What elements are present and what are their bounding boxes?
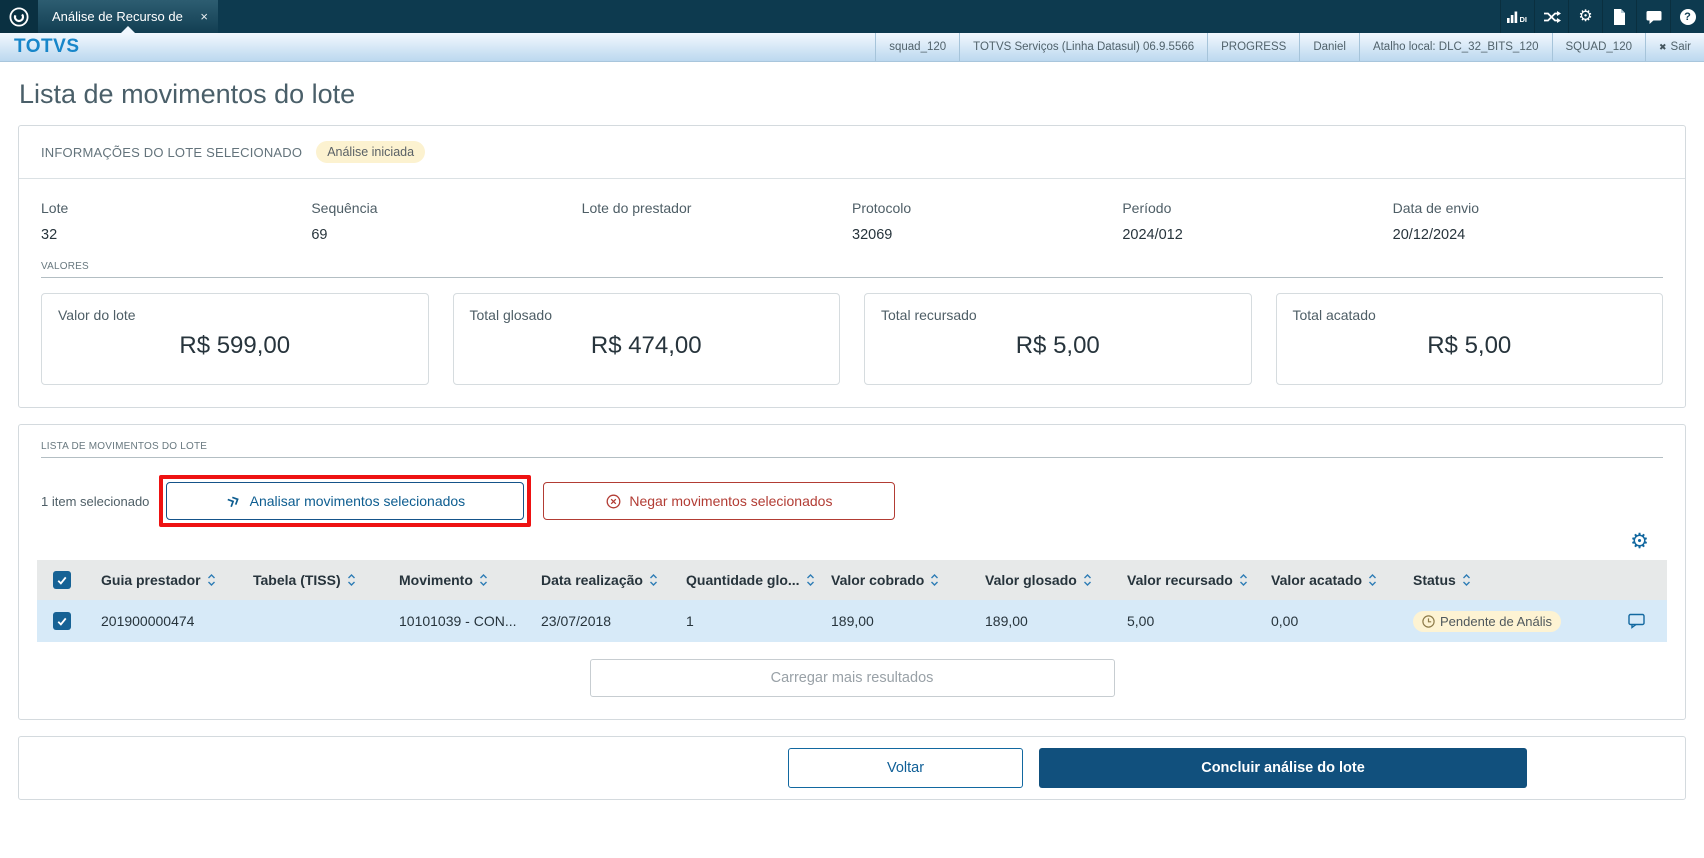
column-data-realizacao[interactable]: Data realização (527, 572, 672, 588)
sort-icon[interactable] (1239, 572, 1248, 588)
footer-actions-panel: Voltar Concluir análise do lote (18, 736, 1686, 800)
cell-movimento: 10101039 - CON... (399, 613, 517, 629)
column-valor-acatado[interactable]: Valor acatado (1257, 572, 1399, 588)
row-checkbox[interactable] (53, 612, 71, 630)
analyze-selected-button[interactable]: Analisar movimentos selecionados (166, 482, 525, 520)
sort-icon[interactable] (806, 572, 815, 588)
card-total-recursado: Total recursado R$ 5,00 (864, 293, 1252, 385)
cell-guia-prestador: 201900000474 (101, 613, 195, 629)
chart-di-icon[interactable]: DI (1500, 0, 1534, 33)
clock-icon (1422, 614, 1435, 628)
movements-table: Guia prestador Tabela (TISS) Movimento D… (37, 560, 1667, 642)
card-total-acatado: Total acatado R$ 5,00 (1275, 293, 1663, 385)
field-sequencia: Sequência 69 (311, 200, 378, 243)
document-icon[interactable] (1602, 0, 1636, 33)
page-title: Lista de movimentos do lote (19, 79, 356, 109)
movements-section-title: LISTA DE MOVIMENTOS DO LOTE (41, 441, 208, 452)
card-total-glosado: Total glosado R$ 474,00 (452, 293, 840, 385)
env-shortcut: Atalho local: DLC_32_BITS_120 (1358, 33, 1552, 61)
env-user: Daniel (1299, 33, 1359, 61)
help-icon[interactable]: ? (1670, 0, 1704, 33)
cell-data-realizacao: 23/07/2018 (541, 613, 612, 629)
selection-count-text: 1 item selecionado (41, 493, 150, 509)
logout-label: Sair (1670, 41, 1691, 53)
analyze-chevrons-icon (227, 496, 239, 508)
sort-icon[interactable] (207, 572, 216, 588)
column-guia-prestador[interactable]: Guia prestador (87, 572, 239, 588)
lot-info-section-title: INFORMAÇÕES DO LOTE SELECIONADO (41, 144, 303, 160)
deny-selected-button[interactable]: Negar movimentos selecionados (543, 482, 896, 520)
env-product: TOTVS Serviços (Linha Datasul) 06.9.5566 (959, 33, 1207, 61)
sort-icon[interactable] (1462, 572, 1471, 588)
cell-valor-cobrado: 189,00 (831, 613, 874, 629)
row-comment-icon[interactable] (1607, 613, 1667, 629)
cell-valor-acatado: 0,00 (1271, 613, 1299, 629)
cell-valor-recursado: 5,00 (1127, 613, 1155, 629)
column-valor-cobrado[interactable]: Valor cobrado (817, 572, 971, 588)
cell-status: Pendente de Análise (1399, 610, 1607, 632)
column-quantidade-glosada[interactable]: Quantidade glo... (672, 572, 817, 588)
logout-x-icon: ✖ (1659, 41, 1667, 52)
column-status[interactable]: Status (1399, 572, 1607, 588)
load-more-button[interactable]: Carregar mais resultados (589, 659, 1115, 697)
tab-analise-de-recurso[interactable]: Análise de Recurso de × (38, 0, 218, 33)
deny-circle-x-icon (606, 494, 621, 508)
logout-button[interactable]: ✖ Sair (1645, 33, 1704, 61)
env-squad: SQUAD_120 (1551, 33, 1645, 61)
brand-totvs: TOTVS (14, 36, 80, 57)
movements-panel: LISTA DE MOVIMENTOS DO LOTE 1 item selec… (18, 424, 1686, 720)
back-button[interactable]: Voltar (788, 748, 1023, 788)
environment-bar: TOTVS squad_120 TOTVS Serviços (Linha Da… (0, 33, 1704, 62)
shuffle-icon[interactable] (1534, 0, 1568, 33)
tab-close-icon[interactable]: × (192, 9, 208, 24)
column-movimento[interactable]: Movimento (385, 572, 527, 588)
cell-valor-glosado: 189,00 (985, 613, 1028, 629)
sort-icon[interactable] (479, 572, 488, 588)
totvs-logo-icon (0, 0, 38, 33)
lot-info-panel: INFORMAÇÕES DO LOTE SELECIONADO Análise … (18, 125, 1686, 408)
field-data-envio: Data de envio 20/12/2024 (1392, 200, 1480, 243)
sort-icon[interactable] (1083, 572, 1092, 588)
column-valor-recursado[interactable]: Valor recursado (1113, 572, 1257, 588)
table-header-row: Guia prestador Tabela (TISS) Movimento D… (37, 560, 1667, 600)
sort-icon[interactable] (930, 572, 939, 588)
field-lote: Lote 32 (41, 200, 69, 243)
field-lote-prestador: Lote do prestador (581, 200, 692, 216)
field-protocolo: Protocolo 32069 (852, 200, 912, 243)
chart-di-label: DI (1519, 15, 1527, 24)
table-row[interactable]: 201900000474 10101039 - CON... 23/07/201… (37, 600, 1667, 642)
tab-title: Análise de Recurso de (52, 9, 183, 24)
window-top-bar: Análise de Recurso de × DI ⚙ ? (0, 0, 1704, 33)
column-valor-glosado[interactable]: Valor glosado (971, 572, 1113, 588)
select-all-checkbox[interactable] (53, 571, 71, 589)
column-tabela-tiss[interactable]: Tabela (TISS) (239, 572, 385, 588)
chat-icon[interactable] (1636, 0, 1670, 33)
cell-quantidade-glosada: 1 (686, 613, 694, 629)
confirm-analysis-button[interactable]: Concluir análise do lote (1039, 748, 1527, 788)
env-company: squad_120 (875, 33, 959, 61)
sort-icon[interactable] (1368, 572, 1377, 588)
lot-status-badge: Análise iniciada (316, 141, 426, 163)
env-database: PROGRESS (1207, 33, 1299, 61)
field-periodo: Período 2024/012 (1122, 200, 1183, 243)
table-settings-icon[interactable]: ⚙ (1630, 531, 1649, 552)
red-annotation-box: Analisar movimentos selecionados (159, 475, 532, 527)
sort-icon[interactable] (347, 572, 356, 588)
sort-icon[interactable] (649, 572, 658, 588)
settings-icon[interactable]: ⚙ (1568, 0, 1602, 33)
card-valor-do-lote: Valor do lote R$ 599,00 (41, 293, 429, 385)
valores-section-title: VALORES (41, 261, 89, 272)
row-status-badge: Pendente de Análise (1413, 610, 1561, 632)
